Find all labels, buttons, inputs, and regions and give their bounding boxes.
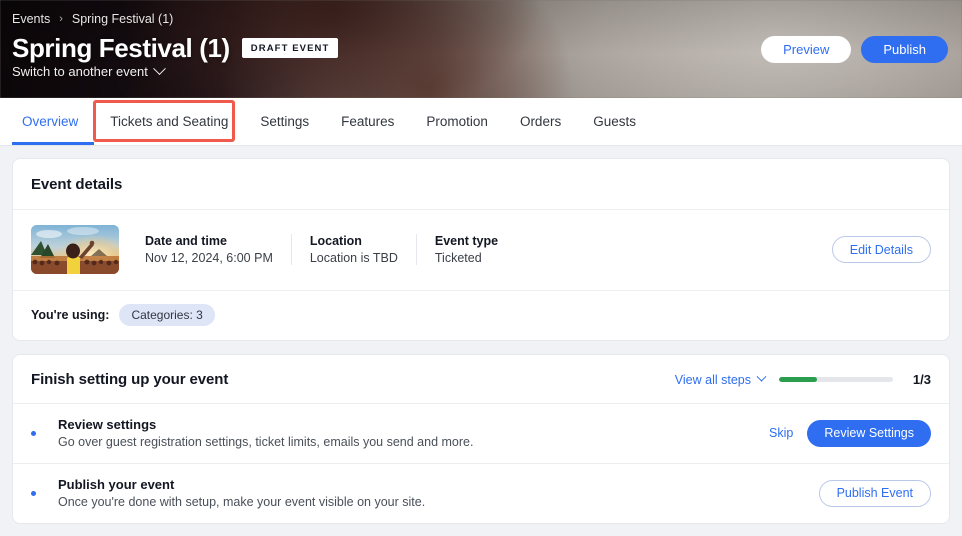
- breadcrumb-current: Spring Festival (1): [71, 12, 174, 26]
- header-actions: Preview Publish: [761, 36, 948, 63]
- setup-progress-fill: [779, 377, 817, 382]
- skip-link[interactable]: Skip: [769, 426, 793, 440]
- youre-using-label: You're using:: [31, 308, 110, 322]
- field-location: Location Location is TBD: [290, 234, 416, 265]
- switch-event-label: Switch to another event: [12, 64, 148, 79]
- categories-chip[interactable]: Categories: 3: [119, 304, 215, 326]
- tab-features[interactable]: Features: [325, 98, 410, 145]
- field-event-type: Event type Ticketed: [415, 234, 516, 265]
- setup-header: Finish setting up your event View all st…: [13, 355, 949, 404]
- task-row-review-settings: Review settings Go over guest registrati…: [13, 404, 949, 464]
- task-row-publish-your-event: Publish your event Once you're done with…: [13, 464, 949, 523]
- task-text: Publish your event Once you're done with…: [58, 477, 819, 509]
- event-details-body: Date and time Nov 12, 2024, 6:00 PM Loca…: [13, 210, 949, 340]
- tab-tickets-and-seating[interactable]: Tickets and Seating: [94, 98, 244, 145]
- task-text: Review settings Go over guest registrati…: [58, 417, 769, 449]
- tab-settings[interactable]: Settings: [244, 98, 325, 145]
- setup-progress-count: 1/3: [912, 372, 931, 387]
- bullet-icon: [31, 490, 36, 496]
- field-label: Event type: [434, 234, 499, 248]
- tab-bar: Overview Tickets and Seating Settings Fe…: [0, 98, 962, 146]
- setup-checklist-card: Finish setting up your event View all st…: [12, 354, 950, 524]
- event-details-row: Date and time Nov 12, 2024, 6:00 PM Loca…: [31, 225, 931, 290]
- task-actions: Publish Event: [818, 479, 931, 507]
- setup-progress-bar: [779, 377, 893, 382]
- review-settings-button[interactable]: Review Settings: [807, 419, 931, 447]
- title-row: Spring Festival (1) DRAFT EVENT: [12, 33, 339, 63]
- field-label: Location: [309, 234, 362, 248]
- field-date-and-time: Date and time Nov 12, 2024, 6:00 PM: [145, 234, 291, 265]
- event-field-group: Date and time Nov 12, 2024, 6:00 PM Loca…: [145, 234, 832, 265]
- festival-photo-illustration: [31, 225, 119, 274]
- tab-promotion[interactable]: Promotion: [410, 98, 504, 145]
- status-badge: DRAFT EVENT: [241, 38, 339, 59]
- task-description: Once you're done with setup, make your e…: [58, 495, 426, 509]
- youre-using-row: You're using: Categories: 3: [13, 290, 949, 340]
- chevron-down-icon: [152, 62, 166, 76]
- breadcrumb-link-events[interactable]: Events: [12, 12, 50, 26]
- event-details-title: Event details: [31, 176, 123, 193]
- event-details-card: Event details Date and time Nov 12, 2024…: [12, 158, 950, 341]
- event-details-header: Event details: [13, 159, 949, 210]
- field-label: Date and time: [145, 234, 227, 248]
- publish-button[interactable]: Publish: [861, 36, 948, 63]
- main-content: Event details Date and time Nov 12, 2024…: [0, 146, 962, 536]
- task-title: Publish your event: [58, 477, 175, 492]
- bullet-icon: [31, 430, 36, 436]
- breadcrumb: Events › Spring Festival (1): [12, 12, 173, 26]
- view-all-steps-toggle[interactable]: View all steps: [674, 371, 767, 387]
- edit-details-button[interactable]: Edit Details: [831, 236, 931, 263]
- tab-overview[interactable]: Overview: [12, 98, 95, 145]
- tab-orders[interactable]: Orders: [504, 98, 577, 145]
- task-actions: Skip Review Settings: [769, 419, 931, 447]
- task-description: Go over guest registration settings, tic…: [58, 435, 474, 449]
- field-value: Ticketed: [434, 251, 482, 265]
- chevron-right-icon: ›: [59, 12, 63, 25]
- switch-event-dropdown[interactable]: Switch to another event: [12, 62, 166, 79]
- view-all-steps-label: View all steps: [674, 372, 751, 387]
- preview-button[interactable]: Preview: [761, 36, 852, 63]
- page-title: Spring Festival (1): [12, 33, 230, 63]
- tab-guests[interactable]: Guests: [577, 98, 652, 145]
- field-value: Nov 12, 2024, 6:00 PM: [145, 251, 273, 265]
- setup-progress-group: View all steps 1/3: [674, 371, 931, 387]
- event-thumbnail: [31, 225, 119, 274]
- publish-event-button[interactable]: Publish Event: [818, 479, 931, 507]
- field-value: Location is TBD: [309, 251, 398, 265]
- setup-title: Finish setting up your event: [31, 371, 229, 388]
- task-title: Review settings: [58, 417, 157, 432]
- event-header-banner: Events › Spring Festival (1) Spring Fest…: [0, 0, 962, 98]
- chevron-down-icon: [756, 371, 767, 382]
